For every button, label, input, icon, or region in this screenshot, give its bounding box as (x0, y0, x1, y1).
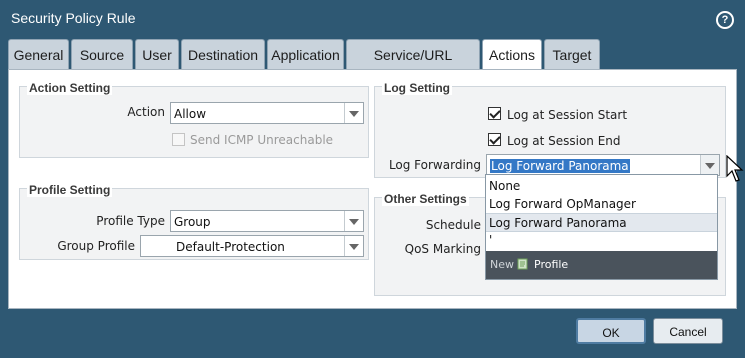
cancel-button[interactable]: Cancel (653, 318, 723, 344)
chevron-down-icon[interactable] (344, 211, 363, 231)
log-session-start-label: Log at Session Start (507, 108, 628, 122)
profile-setting-title: Profile Setting (27, 183, 113, 197)
profile-setting-group: Profile Setting Profile Type Group Group… (19, 183, 369, 260)
profile-type-label: Profile Type (96, 214, 165, 228)
dropdown-option[interactable]: None (486, 177, 717, 196)
profile-type-select[interactable]: Group (170, 210, 364, 232)
help-icon[interactable]: ? (716, 11, 734, 29)
action-select[interactable]: Allow (170, 102, 364, 124)
schedule-label: Schedule (425, 218, 481, 232)
log-forwarding-dropdown: None Log Forward OpManager Log Forward P… (485, 174, 718, 280)
dropdown-option[interactable]: ' (486, 231, 717, 250)
tab-general[interactable]: General (8, 39, 69, 69)
log-session-start-checkbox[interactable] (488, 107, 501, 120)
log-forwarding-select[interactable]: Log Forward Panorama (486, 154, 720, 176)
new-profile-icon (517, 258, 529, 270)
log-session-end-label: Log at Session End (507, 134, 621, 148)
chevron-down-icon[interactable] (344, 236, 363, 256)
tab-actions[interactable]: Actions (482, 39, 542, 71)
log-setting-group: Log Setting Log at Session Start Log at … (374, 81, 726, 178)
dialog-title: Security Policy Rule (11, 10, 136, 26)
tab-service-url-category[interactable]: Service/URL Category (346, 39, 480, 93)
tab-target[interactable]: Target (544, 39, 600, 69)
new-profile-link[interactable]: Profile (534, 258, 568, 271)
qos-marking-label: QoS Marking (404, 242, 481, 256)
dropdown-option[interactable]: Log Forward Panorama (486, 213, 717, 232)
log-forwarding-label: Log Forwarding (388, 158, 481, 172)
dialog-titlebar: Security Policy Rule ? (0, 0, 745, 36)
tab-destination[interactable]: Destination (181, 39, 265, 69)
action-setting-title: Action Setting (27, 81, 113, 95)
log-setting-title: Log Setting (382, 81, 452, 95)
dropdown-footer: New Profile (486, 251, 717, 279)
other-settings-title: Other Settings (382, 192, 469, 206)
tab-source[interactable]: Source (71, 39, 133, 69)
new-label: New (490, 258, 514, 271)
send-icmp-checkbox[interactable] (172, 133, 185, 146)
chevron-down-icon[interactable] (344, 103, 363, 123)
action-setting-group: Action Setting Action Allow Send ICMP Un… (19, 81, 369, 158)
dropdown-option[interactable]: Log Forward OpManager (486, 195, 717, 214)
log-forwarding-value: Log Forward Panorama (490, 159, 630, 173)
tab-application[interactable]: Application (267, 39, 344, 69)
send-icmp-label: Send ICMP Unreachable (190, 133, 334, 147)
mouse-cursor-icon (726, 155, 744, 182)
ok-button[interactable]: OK (576, 318, 646, 344)
group-profile-value: Default-Protection (176, 240, 285, 254)
group-profile-select[interactable]: Default-Protection (140, 235, 364, 257)
tab-user[interactable]: User (135, 39, 179, 69)
action-label: Action (127, 105, 165, 119)
group-profile-label: Group Profile (57, 239, 135, 253)
chevron-down-icon[interactable] (700, 155, 719, 175)
action-select-value: Allow (174, 107, 207, 121)
log-session-end-checkbox[interactable] (488, 133, 501, 146)
profile-type-value: Group (174, 215, 211, 229)
